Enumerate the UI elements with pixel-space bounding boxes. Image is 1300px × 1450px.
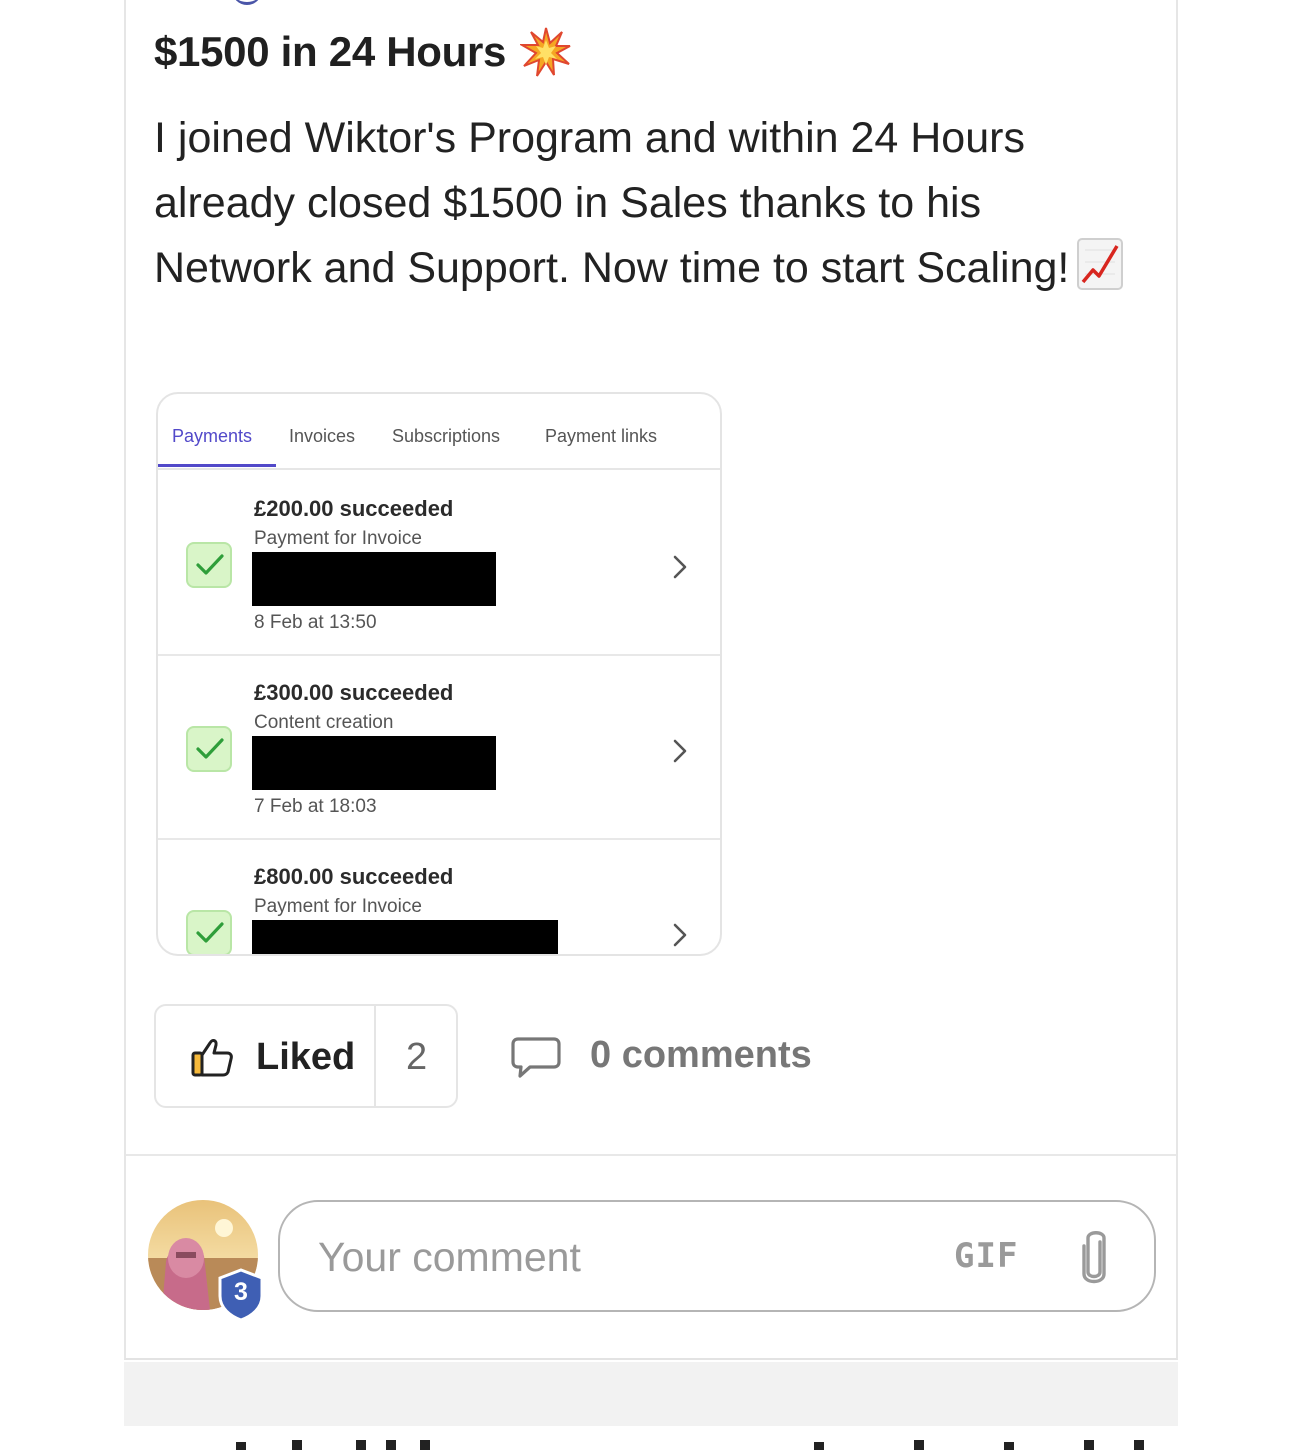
chart-increasing-icon [1077,238,1124,290]
thumbs-up-icon [191,1039,233,1077]
payments-screenshot: Payments Invoices Subscriptions Payment … [156,392,722,956]
payment-description: Payment for Invoice [254,528,422,549]
payment-amount: £800.00 succeeded [254,864,454,889]
gif-button[interactable]: GIF [954,1236,1018,1276]
post-body-line: Network and Support. Now time to start S… [154,236,1154,301]
payment-row[interactable]: £300.00 succeeded Content creation 7 Feb… [158,656,720,840]
like-button[interactable]: Liked 2 [154,1004,458,1108]
like-divider [374,1006,376,1106]
post-body-line: I joined Wiktor's Program and within 24 … [154,114,1025,162]
tab-payment-links[interactable]: Payment links [545,426,657,447]
post-body: I joined Wiktor's Program and within 24 … [154,106,1154,301]
tab-subscriptions[interactable]: Subscriptions [392,426,500,447]
post-body-line: already closed $1500 in Sales thanks to … [154,179,982,227]
payment-row[interactable]: £800.00 succeeded Payment for Invoice [158,840,720,954]
collision-icon [520,27,571,77]
tab-invoices[interactable]: Invoices [289,426,355,447]
payment-date: 8 Feb at 13:50 [254,612,377,633]
chevron-right-icon [673,555,687,579]
payment-date: 7 Feb at 18:03 [254,796,377,817]
paperclip-icon[interactable] [1076,1228,1112,1288]
post-body-line-text: Network and Support. Now time to start S… [154,244,1070,292]
payment-amount: £300.00 succeeded [254,680,454,705]
payments-tabs: Payments Invoices Subscriptions Payment … [158,394,720,470]
redaction-block [252,920,558,954]
section-divider [126,1154,1176,1156]
tab-payments[interactable]: Payments [172,426,252,447]
comment-placeholder: Your comment [318,1234,581,1280]
chevron-right-icon [673,739,687,763]
payment-row[interactable]: £200.00 succeeded Payment for Invoice 8 … [158,472,720,656]
redaction-block [252,552,496,606]
feed-gap [124,1362,1178,1426]
comment-bubble-icon[interactable] [510,1036,562,1080]
payment-description: Content creation [254,712,394,733]
level-badge: 3 [216,1268,266,1322]
next-post-edge [124,1436,1164,1450]
active-tab-indicator [158,464,276,467]
comment-input[interactable]: Your comment GIF [278,1200,1156,1312]
chevron-right-icon [673,923,687,947]
success-check-icon [186,910,232,954]
comments-count[interactable]: 0 comments [590,1034,812,1077]
level-number: 3 [234,1278,248,1306]
post-title: $1500 in 24 Hours [154,26,572,78]
success-check-icon [186,726,232,772]
success-check-icon [186,542,232,588]
like-count[interactable]: 2 [406,1036,427,1079]
post-card: $1500 in 24 Hours I joined Wiktor's Prog… [124,0,1178,1360]
payment-description: Payment for Invoice [254,896,422,917]
payment-amount: £200.00 succeeded [254,496,454,521]
author-avatar-edge [232,0,262,5]
like-label: Liked [256,1036,356,1078]
post-title-text: $1500 in 24 Hours [154,28,507,75]
redaction-block [252,736,496,790]
